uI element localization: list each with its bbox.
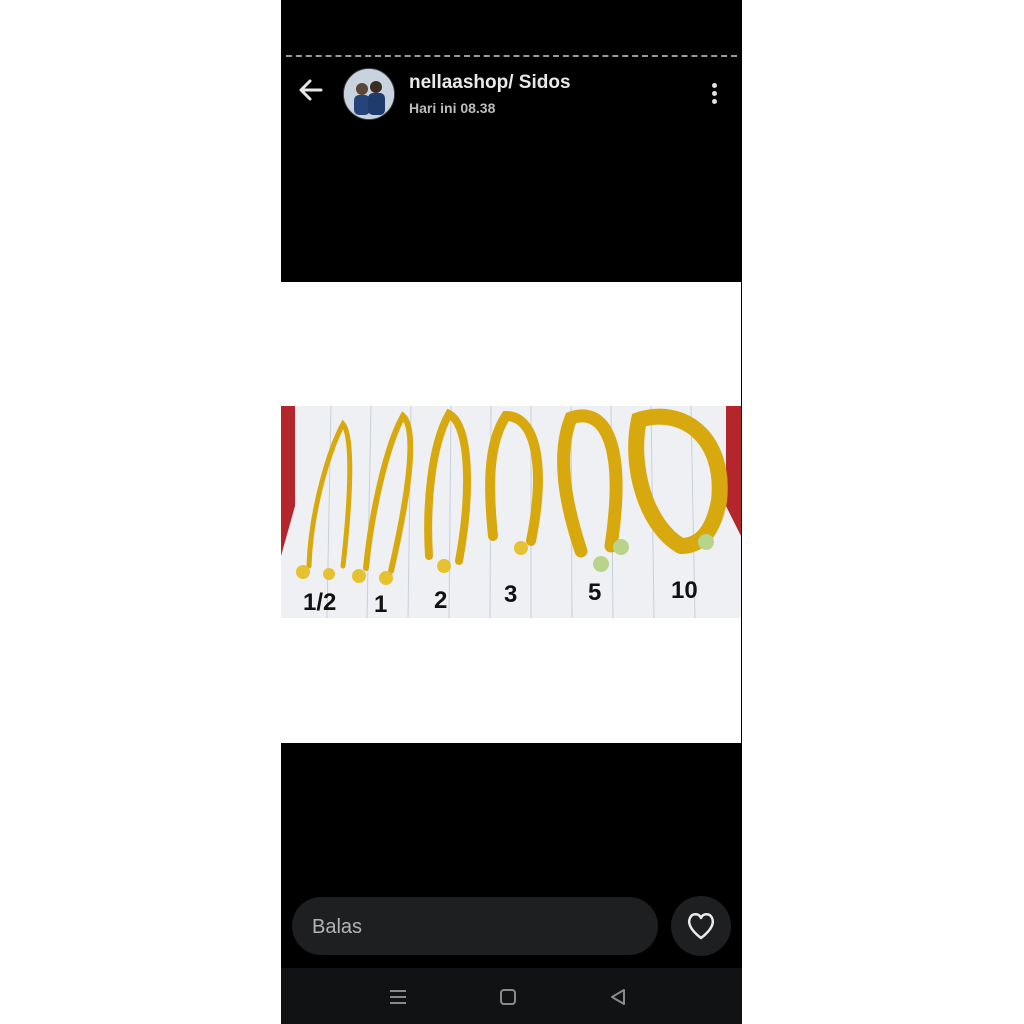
story-viewer: nellaashop/ Sidos Hari ini 08.38 1/2 1 2… bbox=[281, 0, 742, 1024]
avatar-image bbox=[344, 69, 394, 119]
reply-input[interactable]: Balas bbox=[292, 897, 658, 955]
arrow-left-icon bbox=[299, 79, 323, 101]
bracelet-photo: 1/2 1 2 3 5 10 bbox=[281, 406, 741, 618]
nav-home-button[interactable] bbox=[495, 984, 521, 1010]
more-options-button[interactable] bbox=[702, 80, 726, 108]
label-2: 2 bbox=[434, 587, 447, 614]
nav-menu-button[interactable] bbox=[385, 984, 411, 1010]
story-image-frame: 1/2 1 2 3 5 10 bbox=[281, 282, 741, 743]
label-1: 1 bbox=[374, 591, 387, 618]
post-time: Hari ini 08.38 bbox=[409, 100, 496, 116]
menu-icon bbox=[390, 990, 406, 1004]
more-vertical-icon bbox=[702, 80, 726, 104]
bracelet-photo-graphic: 1/2 1 2 3 5 10 bbox=[281, 406, 741, 618]
back-button[interactable] bbox=[295, 74, 327, 106]
nav-back-button[interactable] bbox=[605, 984, 631, 1010]
system-nav-bar bbox=[281, 968, 742, 1024]
reply-placeholder: Balas bbox=[312, 916, 363, 938]
label-5: 5 bbox=[588, 579, 601, 606]
story-progress-bar bbox=[286, 55, 737, 57]
label-3: 3 bbox=[504, 581, 517, 608]
home-square-icon bbox=[500, 989, 516, 1005]
account-name[interactable]: nellaashop/ Sidos bbox=[409, 72, 571, 94]
label-half: 1/2 bbox=[303, 589, 336, 616]
like-button[interactable] bbox=[671, 896, 731, 956]
heart-icon bbox=[687, 913, 715, 940]
story-header: nellaashop/ Sidos Hari ini 08.38 bbox=[281, 62, 742, 126]
back-triangle-icon bbox=[611, 989, 625, 1005]
label-10: 10 bbox=[671, 577, 698, 604]
avatar[interactable] bbox=[343, 68, 395, 120]
